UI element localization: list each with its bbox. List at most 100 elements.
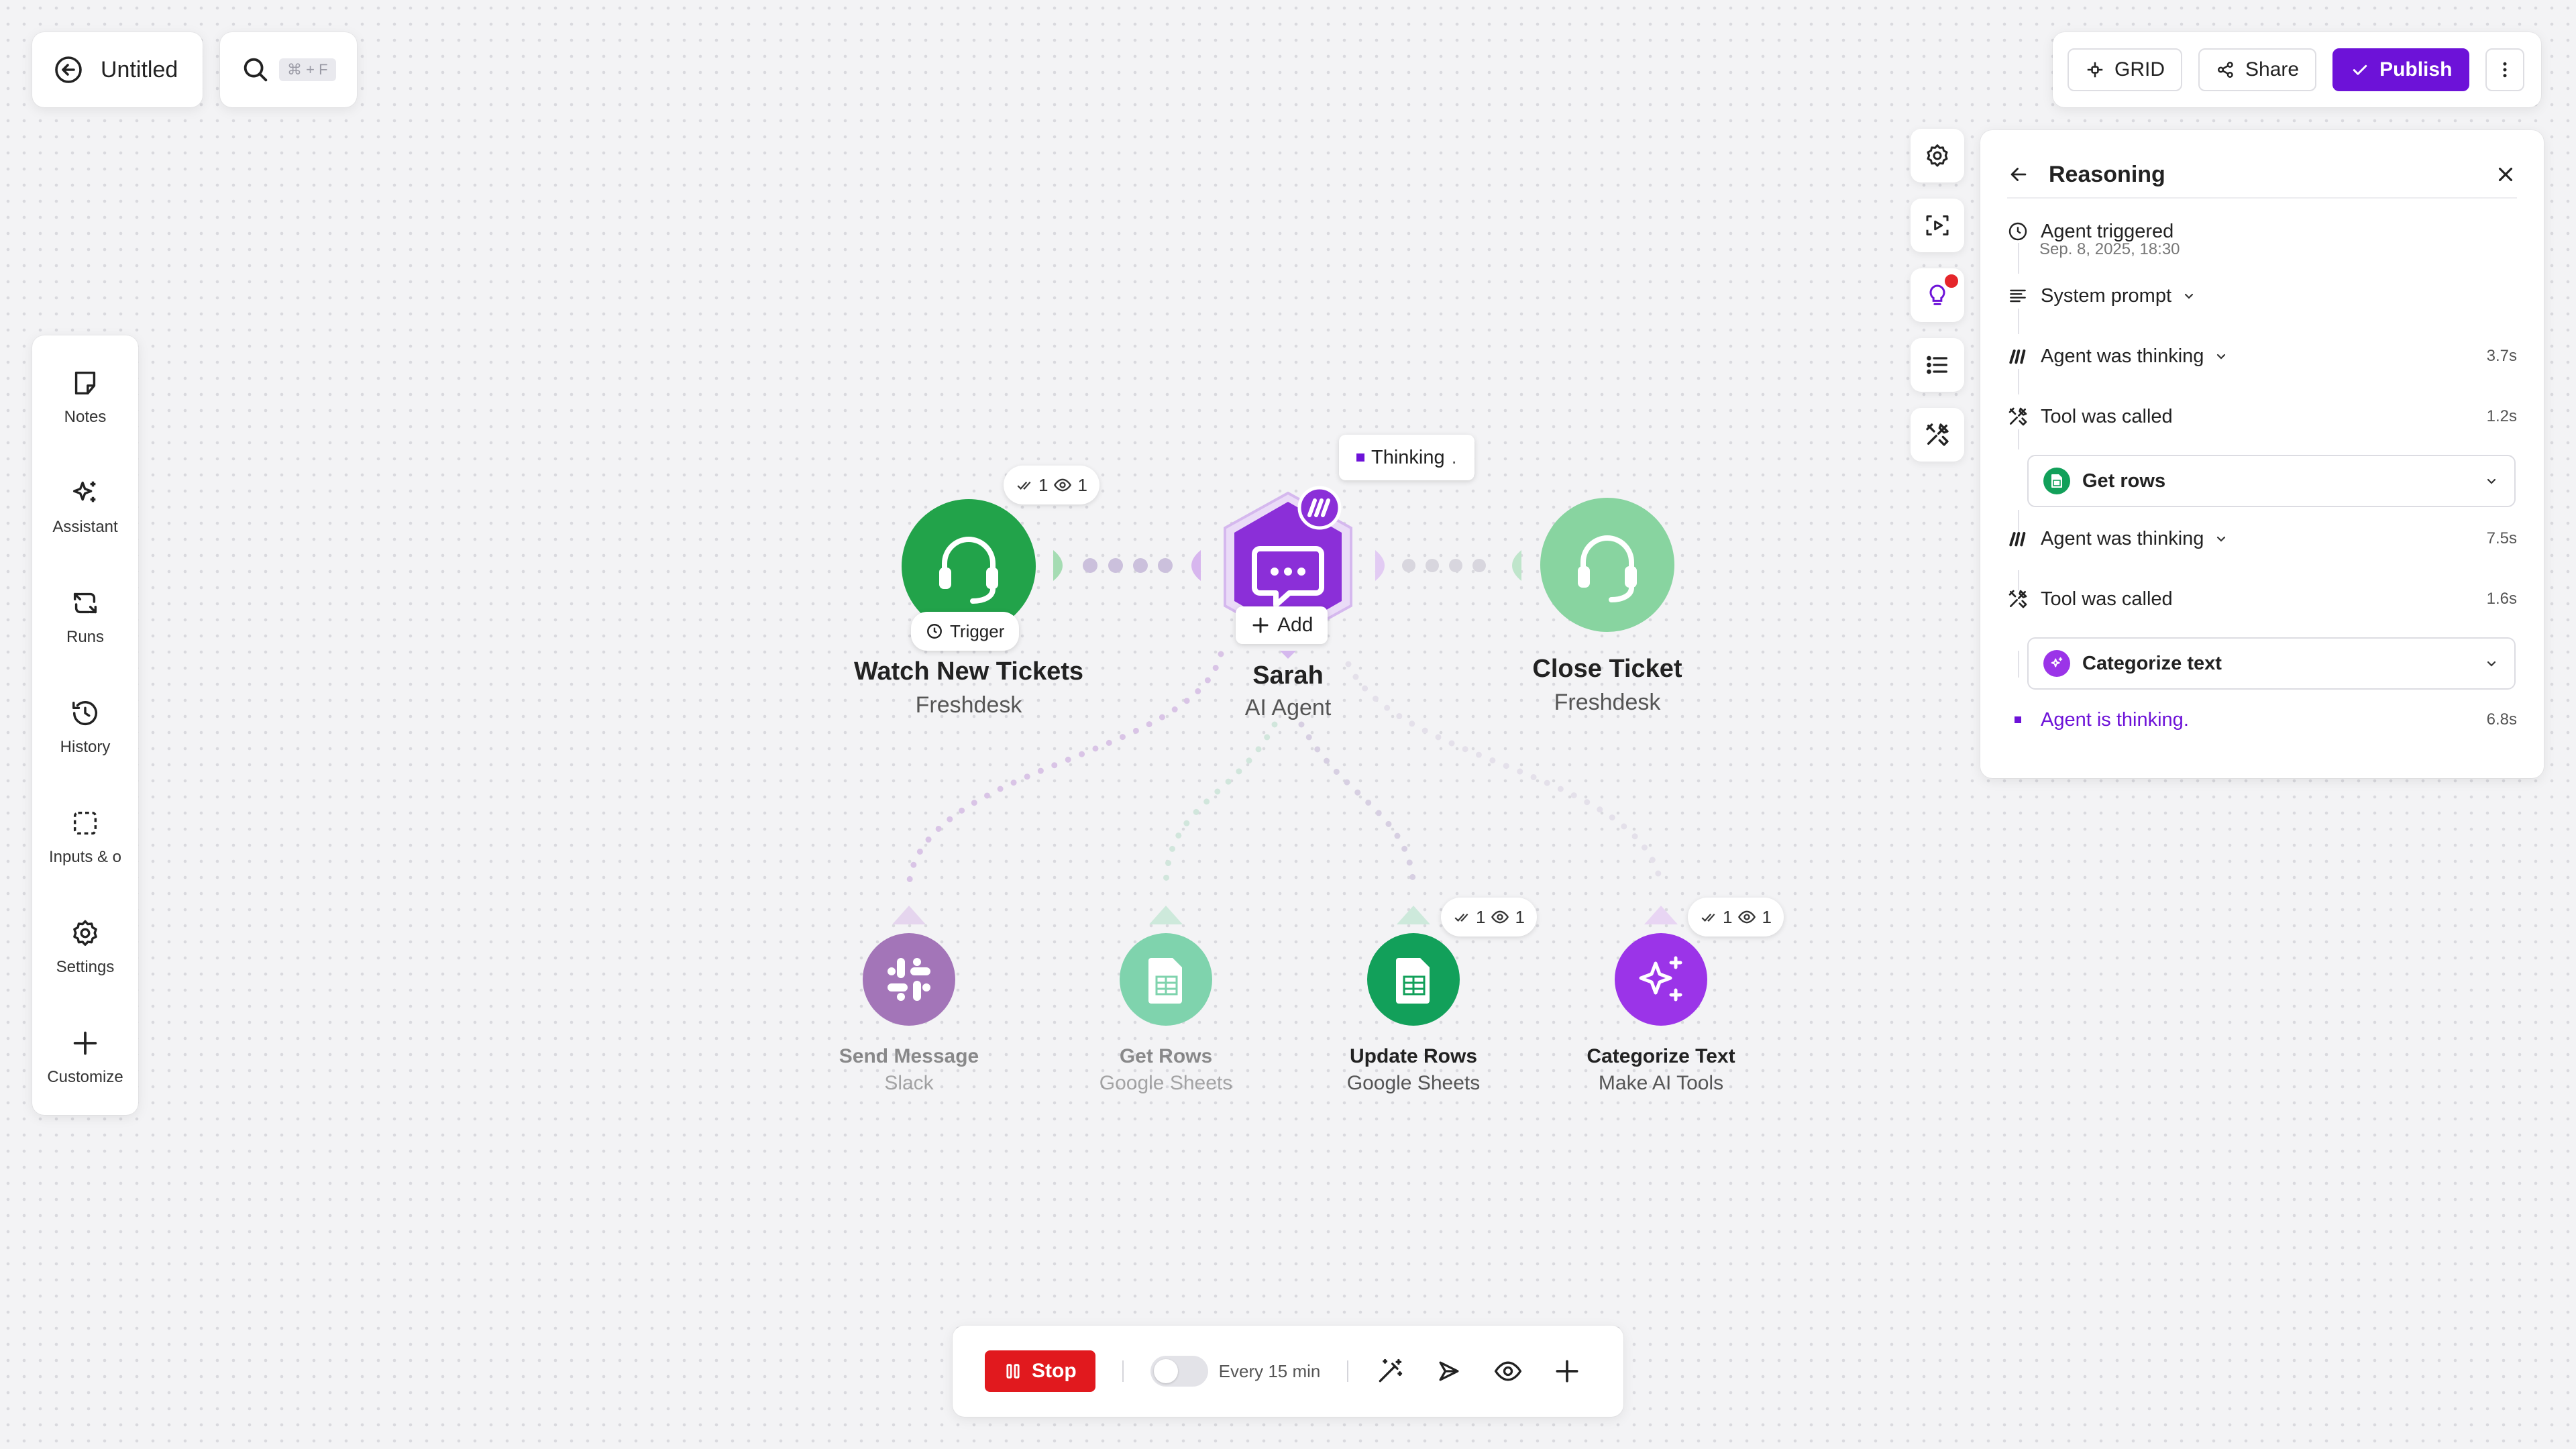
event-timestamp: Sep. 8, 2025, 18:30 xyxy=(2039,240,2180,258)
schedule-label[interactable]: Every 15 min xyxy=(1219,1361,1321,1382)
close-ticket-title: Close Ticket xyxy=(1532,655,1682,683)
tool-title: Categorize Text xyxy=(1587,1045,1735,1067)
tool-node-send-message[interactable] xyxy=(862,932,956,1026)
toolbar-divider xyxy=(1122,1360,1124,1382)
tool-call-label: Get rows xyxy=(2082,470,2166,492)
back-arrow-icon[interactable] xyxy=(2007,163,2030,186)
plus-icon xyxy=(1252,617,1269,633)
chevron-down-icon[interactable] xyxy=(2213,531,2229,547)
reasoning-title: Reasoning xyxy=(2049,161,2165,187)
add-tool-button[interactable]: Add xyxy=(1236,606,1328,644)
tool-title: Get Rows xyxy=(1119,1045,1213,1067)
event-label: Agent is thinking xyxy=(2041,708,2184,731)
list-view-button[interactable] xyxy=(1911,338,1964,392)
tool-call-categorize-text[interactable]: Categorize text xyxy=(2027,637,2516,690)
tools-icon xyxy=(1926,423,1949,446)
event-tool-called: Tool was called 1.6s xyxy=(2007,582,2517,616)
make-logo-icon xyxy=(2009,350,2026,364)
add-label: Add xyxy=(1277,614,1313,636)
categorize-text-run-badge: 1 1 xyxy=(1688,898,1784,936)
event-duration: 1.6s xyxy=(2486,590,2517,608)
tool-node-categorize-text[interactable] xyxy=(1614,932,1708,1026)
list-icon xyxy=(1927,356,1947,374)
tool-call-get-rows[interactable]: Get rows xyxy=(2027,455,2516,507)
trigger-run-badge: 1 1 xyxy=(1004,466,1099,504)
pause-icon xyxy=(1006,1364,1020,1379)
event-agent-thinking[interactable]: Agent was thinking 7.5s xyxy=(2007,522,2517,555)
tool-subtitle: Google Sheets xyxy=(1346,1072,1481,1094)
agent-subtitle: AI Agent xyxy=(1244,695,1332,720)
tool-node-get-rows[interactable] xyxy=(1119,932,1213,1026)
clock-icon xyxy=(927,624,942,639)
event-label: Tool was called xyxy=(2041,588,2173,610)
plus-icon[interactable] xyxy=(1552,1356,1582,1386)
update-rows-run-badge: 1 1 xyxy=(1441,898,1537,936)
event-duration: 7.5s xyxy=(2486,529,2517,547)
bottom-toolbar: Stop Every 15 min xyxy=(953,1326,1623,1417)
reasoning-toggle-button[interactable] xyxy=(1911,268,1964,322)
reasoning-panel: Reasoning Agent triggered Sep. 8, 2025, … xyxy=(1980,130,2544,778)
sheets-icon xyxy=(1148,958,1182,1004)
event-duration: 3.7s xyxy=(2486,347,2517,365)
tool-title: Update Rows xyxy=(1349,1045,1478,1067)
event-duration: 6.8s xyxy=(2486,710,2517,729)
make-logo-icon xyxy=(2009,532,2026,547)
check-double-icon xyxy=(1701,913,1715,922)
chevron-down-icon xyxy=(2487,661,2496,667)
preview-button[interactable] xyxy=(1911,199,1964,252)
event-label: System prompt xyxy=(2041,284,2171,307)
chevron-down-icon[interactable] xyxy=(2213,348,2229,364)
tools-icon xyxy=(2008,407,2027,426)
event-duration: 1.2s xyxy=(2486,407,2517,425)
eye-icon xyxy=(1491,910,1509,924)
check-double-icon xyxy=(1017,481,1031,490)
stop-button[interactable]: Stop xyxy=(985,1350,1095,1392)
tool-node-update-rows[interactable] xyxy=(1366,932,1460,1026)
event-label: Agent triggered xyxy=(2041,220,2174,242)
make-logo-icon xyxy=(1297,486,1342,530)
categorize-views-count: 1 xyxy=(1762,906,1772,927)
thinking-indicator xyxy=(2007,709,2029,731)
close-ticket-subtitle: Freshdesk xyxy=(1554,690,1661,715)
notification-dot xyxy=(1943,272,1960,290)
agent-status: Thinking xyxy=(1371,446,1445,468)
event-tool-called: Tool was called 1.2s xyxy=(2007,400,2517,433)
tools-icon xyxy=(2008,590,2027,608)
categorize-ops-count: 1 xyxy=(1723,906,1733,927)
close-ticket-node[interactable] xyxy=(1539,496,1676,633)
scenario-settings-button[interactable] xyxy=(1911,129,1964,182)
update-rows-ops-count: 1 xyxy=(1476,906,1486,927)
thinking-indicator xyxy=(1356,453,1364,462)
stop-label: Stop xyxy=(1032,1360,1077,1382)
toolbar-divider xyxy=(1347,1360,1349,1382)
trigger-views-count: 1 xyxy=(1077,474,1087,495)
close-icon[interactable] xyxy=(2494,163,2517,186)
chevron-down-icon[interactable] xyxy=(2181,288,2197,304)
eye-icon[interactable] xyxy=(1493,1356,1523,1386)
trigger-tag-label: Trigger xyxy=(950,621,1005,641)
event-agent-is-thinking: Agent is thinking. 6.8s xyxy=(2007,703,2517,737)
event-label: Agent was thinking xyxy=(2041,527,2204,549)
tool-call-label: Categorize text xyxy=(2082,652,2222,674)
magic-wand-icon[interactable] xyxy=(1375,1356,1405,1386)
eye-icon xyxy=(1738,910,1756,924)
trigger-subtitle: Freshdesk xyxy=(915,692,1022,718)
event-system-prompt[interactable]: System prompt xyxy=(2007,279,2517,313)
chevron-down-icon xyxy=(2487,478,2496,484)
tools-button[interactable] xyxy=(1911,408,1964,462)
eye-icon xyxy=(1054,478,1072,492)
tool-subtitle: Make AI Tools xyxy=(1598,1072,1724,1094)
gear-icon xyxy=(1927,144,1948,167)
update-rows-views-count: 1 xyxy=(1515,906,1525,927)
trigger-title: Watch New Tickets xyxy=(853,657,1084,686)
reasoning-divider xyxy=(2007,197,2517,199)
sheets-icon xyxy=(1396,958,1430,1004)
flow-icon[interactable] xyxy=(1434,1356,1464,1386)
trigger-tag: Trigger xyxy=(911,612,1020,651)
event-label: Agent was thinking xyxy=(2041,345,2204,367)
close-ticket-node-circle xyxy=(1540,498,1674,632)
clock-icon xyxy=(2008,222,2027,241)
tool-subtitle: Google Sheets xyxy=(1099,1072,1233,1094)
schedule-toggle[interactable] xyxy=(1150,1356,1208,1387)
event-agent-thinking[interactable]: Agent was thinking 3.7s xyxy=(2007,339,2517,373)
